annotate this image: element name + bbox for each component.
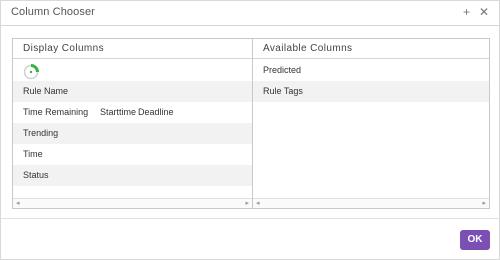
column-chooser-panels: Display Columns Rule Name Time Remaining… <box>12 38 490 209</box>
available-columns-panel: Available Columns Predicted Rule Tags ◂ … <box>253 39 489 208</box>
horizontal-scrollbar[interactable]: ◂ ▸ <box>13 198 252 208</box>
scroll-right-icon[interactable]: ▸ <box>482 199 486 208</box>
horizontal-scrollbar[interactable]: ◂ ▸ <box>253 198 489 208</box>
list-item-label: Time Remaining <box>23 107 89 117</box>
plus-icon[interactable]: + <box>463 5 470 19</box>
list-item[interactable]: Trending <box>13 123 252 144</box>
dialog-title: Column Chooser <box>11 6 95 18</box>
loading-spinner-icon <box>23 64 39 80</box>
scroll-right-icon[interactable]: ▸ <box>245 199 249 208</box>
list-item-label: Starttime <box>100 107 137 117</box>
available-columns-list: Predicted Rule Tags <box>253 60 489 102</box>
column-chooser-dialog: Column Chooser + ✕ Display Columns Rule … <box>0 0 500 260</box>
list-item[interactable]: Rule Name <box>13 81 252 102</box>
list-item[interactable]: Status <box>13 165 252 186</box>
dialog-titlebar: Column Chooser + ✕ <box>1 1 499 26</box>
display-columns-list: Rule Name Time Remaining Starttime Deadl… <box>13 60 252 186</box>
list-item[interactable]: Time <box>13 144 252 165</box>
footer-divider <box>1 218 499 219</box>
available-columns-header: Available Columns <box>253 39 489 59</box>
display-columns-header: Display Columns <box>13 39 252 59</box>
scroll-left-icon[interactable]: ◂ <box>256 199 260 208</box>
close-icon[interactable]: ✕ <box>479 5 489 19</box>
scroll-left-icon[interactable]: ◂ <box>16 199 20 208</box>
display-columns-panel: Display Columns Rule Name Time Remaining… <box>13 39 253 208</box>
list-item[interactable]: Predicted <box>253 60 489 81</box>
list-item[interactable]: Rule Tags <box>253 81 489 102</box>
ok-button[interactable]: OK <box>460 230 490 250</box>
loading-row <box>13 60 252 81</box>
list-item-label: Deadline <box>138 107 174 117</box>
list-item[interactable]: Time Remaining Starttime Deadline <box>13 102 252 123</box>
